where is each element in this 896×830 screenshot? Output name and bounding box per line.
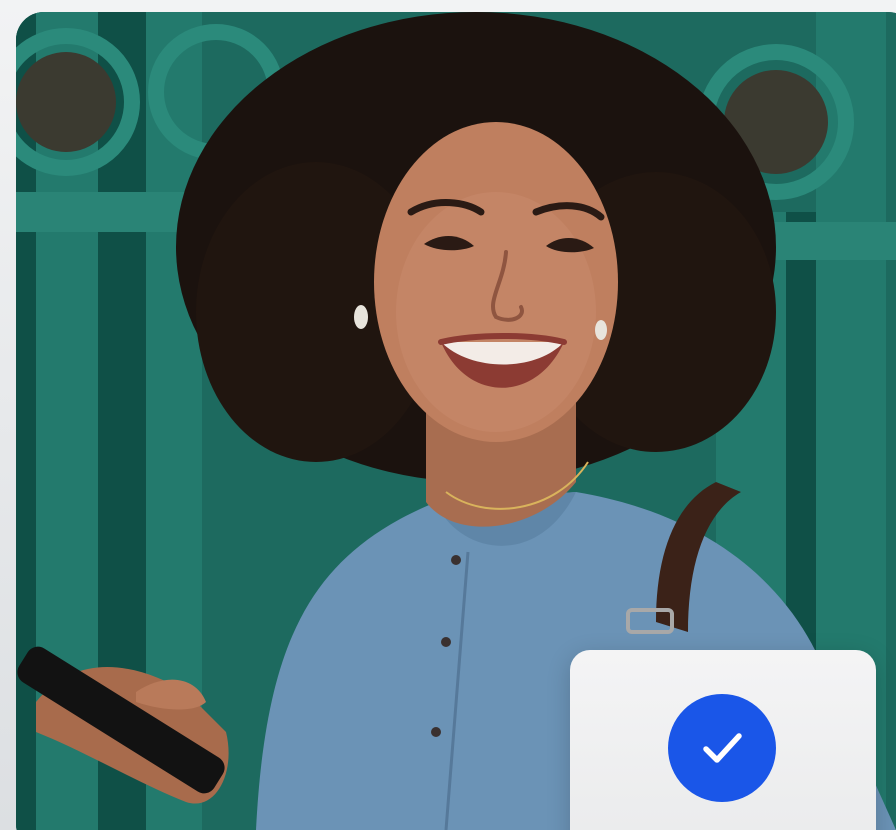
- page: [0, 0, 896, 830]
- verified-check-badge: [668, 694, 776, 802]
- checkmark-icon: [703, 733, 742, 763]
- verification-badge-card: [570, 650, 876, 830]
